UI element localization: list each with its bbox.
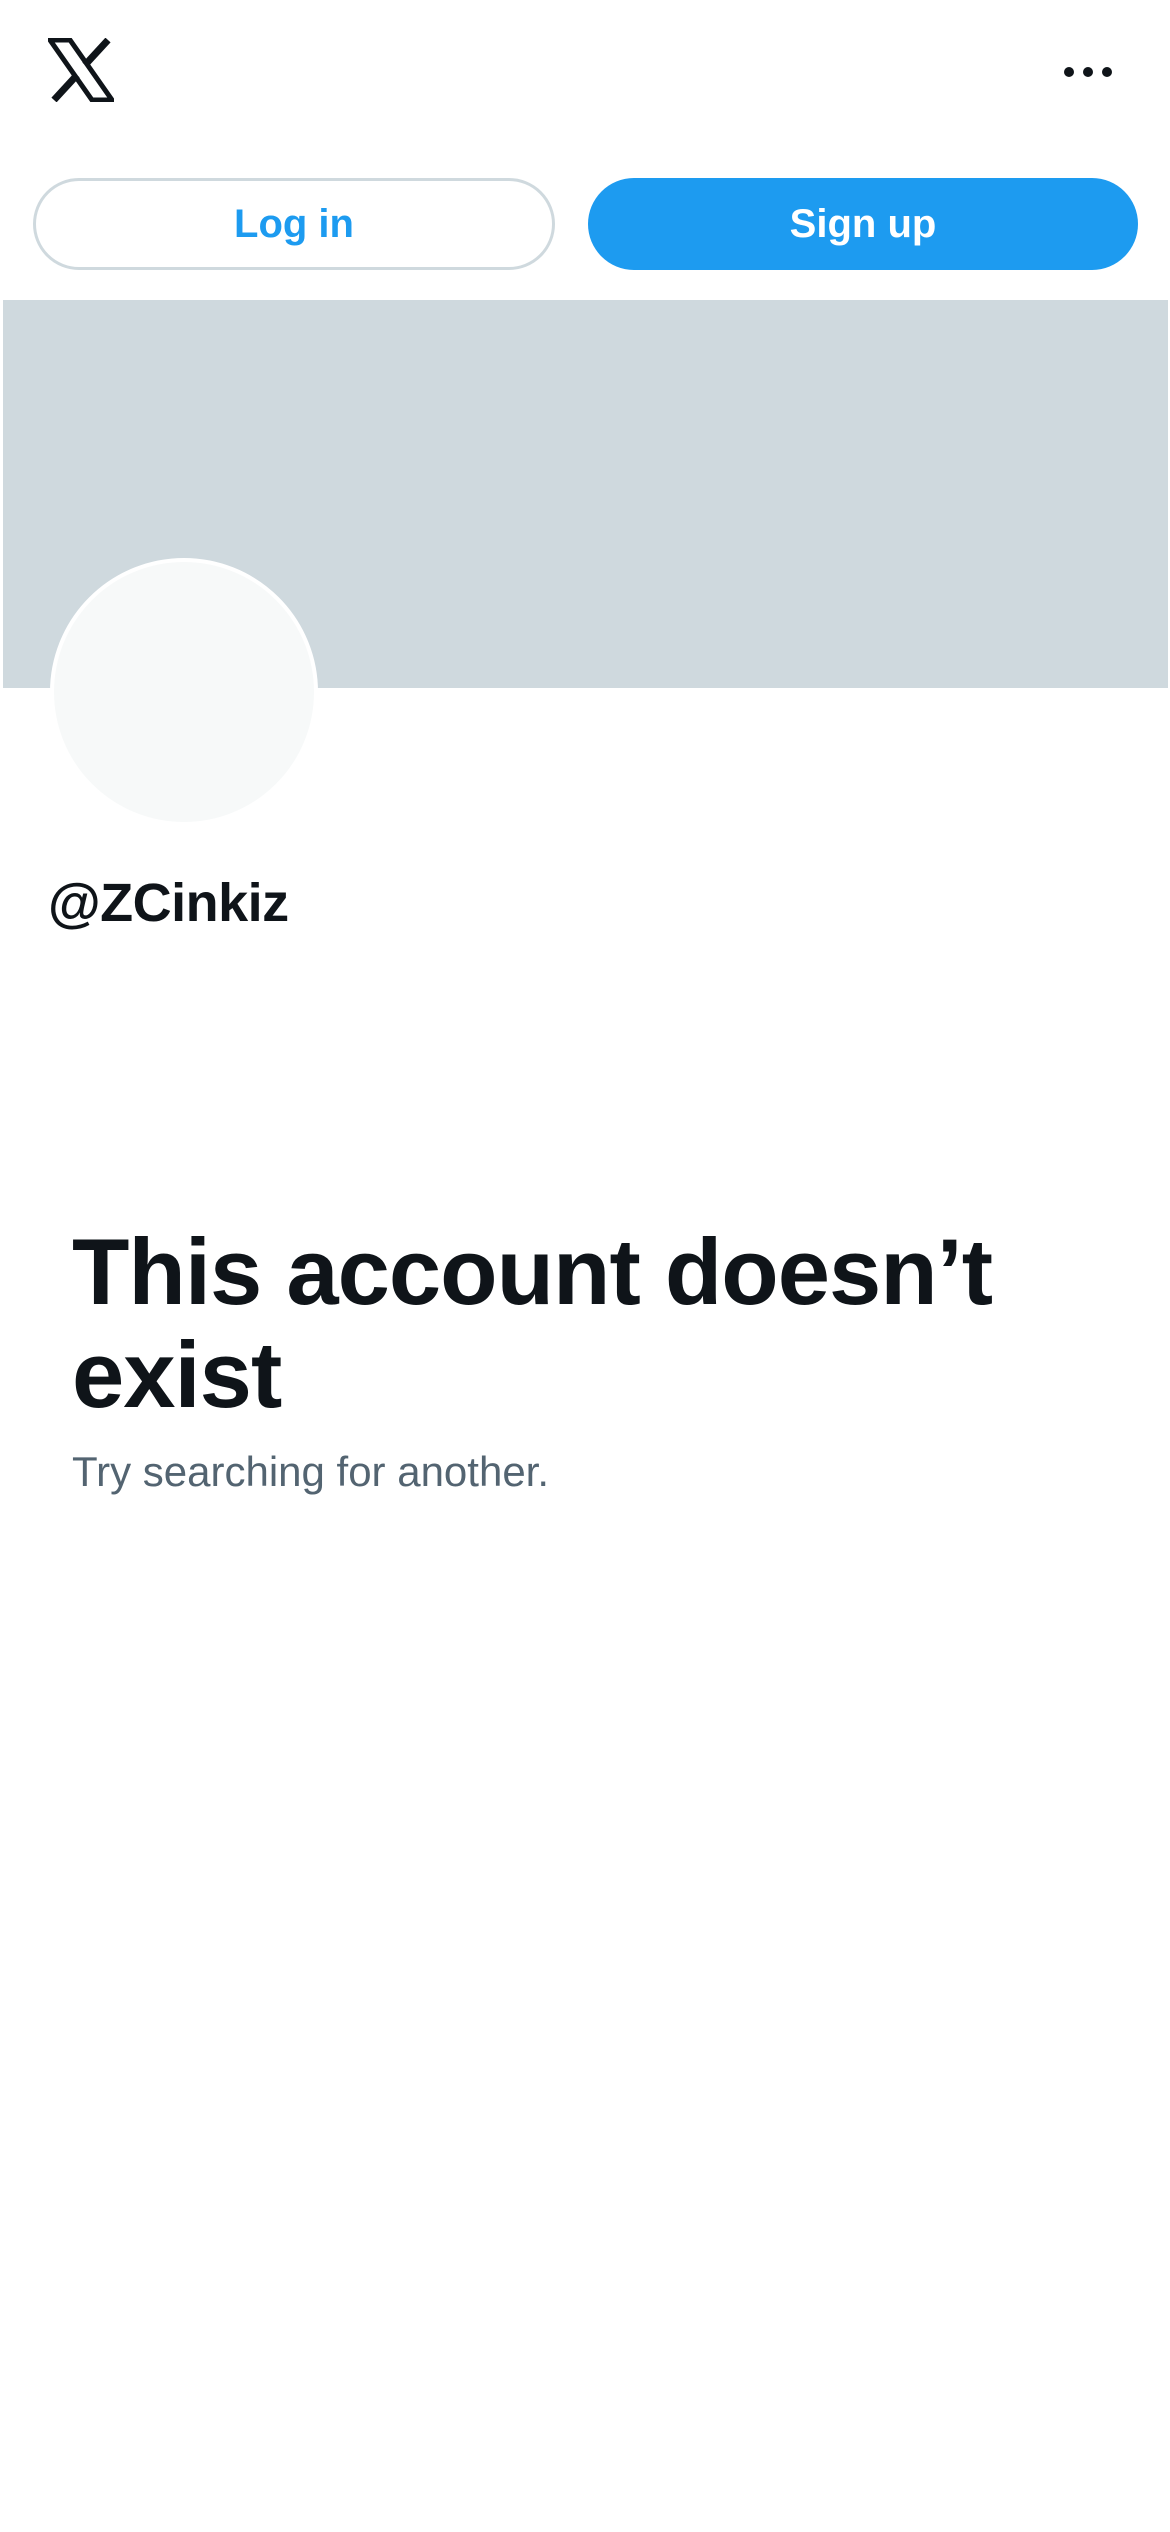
auth-actions: Log in Sign up	[0, 178, 1170, 274]
top-bar	[0, 0, 1170, 150]
empty-state-subtitle: Try searching for another.	[72, 1448, 550, 1495]
more-horizontal-icon	[1064, 67, 1112, 77]
signup-button[interactable]: Sign up	[588, 178, 1138, 270]
login-button[interactable]: Log in	[33, 178, 555, 270]
empty-state-title: This account doesn’t exist	[72, 1219, 993, 1427]
more-options-button[interactable]	[1048, 50, 1128, 94]
avatar	[50, 558, 318, 826]
x-logo-icon[interactable]	[45, 37, 117, 103]
profile-handle: @ZCinkiz	[48, 873, 289, 933]
